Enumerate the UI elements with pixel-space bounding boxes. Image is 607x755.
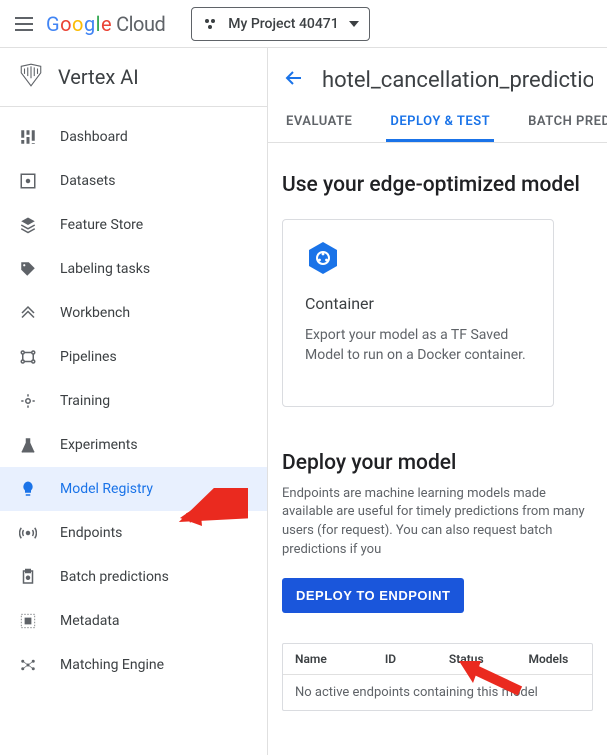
main-panel: hotel_cancellation_prediction EVALUATE D… — [268, 48, 607, 755]
deploy-section-description: Endpoints are machine learning models ma… — [282, 485, 593, 560]
feature-store-icon — [18, 215, 38, 235]
tab-deploy-test[interactable]: DEPLOY & TEST — [386, 104, 494, 142]
project-picker[interactable]: My Project 40471 — [191, 7, 369, 41]
container-export-card[interactable]: Container Export your model as a TF Save… — [282, 219, 554, 407]
nav: Dashboard Datasets Feature Store Labelin… — [0, 107, 267, 695]
lightbulb-icon — [18, 479, 38, 499]
deploy-to-endpoint-button[interactable]: DEPLOY TO ENDPOINT — [282, 578, 464, 613]
product-title: Vertex AI — [58, 65, 139, 89]
content: Use your edge-optimized model Container … — [268, 143, 607, 711]
top-header: Google Cloud My Project 40471 — [0, 0, 607, 48]
edge-section-title: Use your edge-optimized model — [282, 173, 593, 197]
flask-icon — [18, 435, 38, 455]
pipelines-icon — [18, 347, 38, 367]
sidebar-item-label: Labeling tasks — [60, 261, 150, 277]
sidebar-item-experiments[interactable]: Experiments — [0, 423, 267, 467]
project-icon — [202, 16, 218, 32]
column-header-models[interactable]: Models — [528, 652, 580, 666]
column-header-id[interactable]: ID — [385, 652, 421, 666]
product-header: Vertex AI — [0, 48, 267, 107]
sidebar-item-label: Pipelines — [60, 349, 117, 365]
vertex-ai-icon — [18, 62, 44, 92]
sidebar-item-labeling-tasks[interactable]: Labeling tasks — [0, 247, 267, 291]
dashboard-icon — [18, 127, 38, 147]
sidebar-item-workbench[interactable]: Workbench — [0, 291, 267, 335]
sidebar-item-label: Datasets — [60, 173, 115, 189]
project-name: My Project 40471 — [228, 16, 338, 32]
sidebar-item-label: Experiments — [60, 437, 138, 453]
sidebar-item-feature-store[interactable]: Feature Store — [0, 203, 267, 247]
sidebar-item-endpoints[interactable]: Endpoints — [0, 511, 267, 555]
page-header: hotel_cancellation_prediction — [268, 48, 607, 104]
matching-icon — [18, 655, 38, 675]
page-title: hotel_cancellation_prediction — [322, 68, 593, 93]
sidebar-item-label: Metadata — [60, 613, 120, 629]
sidebar-item-label: Model Registry — [60, 481, 153, 497]
sidebar-item-pipelines[interactable]: Pipelines — [0, 335, 267, 379]
sidebar-item-label: Batch predictions — [60, 569, 169, 585]
card-description: Export your model as a TF Saved Model to… — [305, 325, 531, 366]
sidebar-item-label: Training — [60, 393, 110, 409]
chevron-down-icon — [349, 21, 359, 27]
metadata-icon — [18, 611, 38, 631]
sidebar-item-label: Matching Engine — [60, 657, 164, 673]
container-icon — [305, 240, 341, 276]
sidebar-item-batch-predictions[interactable]: Batch predictions — [0, 555, 267, 599]
endpoints-icon — [18, 523, 38, 543]
sidebar-item-model-registry[interactable]: Model Registry — [0, 467, 267, 511]
tab-batch-predict[interactable]: BATCH PREDICT — [524, 104, 607, 142]
sidebar-item-label: Workbench — [60, 305, 130, 321]
datasets-icon — [18, 171, 38, 191]
batch-icon — [18, 567, 38, 587]
sidebar-item-label: Dashboard — [60, 129, 128, 145]
sidebar-item-matching-engine[interactable]: Matching Engine — [0, 643, 267, 687]
deploy-section-title: Deploy your model — [282, 451, 593, 475]
google-cloud-logo[interactable]: Google Cloud — [46, 12, 165, 36]
sidebar: Vertex AI Dashboard Datasets Feature Sto… — [0, 48, 268, 755]
tab-evaluate[interactable]: EVALUATE — [282, 104, 356, 142]
table-header-row: Name ID Status Models — [283, 644, 592, 675]
sidebar-item-label: Endpoints — [60, 525, 122, 541]
table-empty-message: No active endpoints containing this mode… — [283, 675, 592, 710]
workbench-icon — [18, 303, 38, 323]
column-header-name[interactable]: Name — [295, 652, 357, 666]
training-icon — [18, 391, 38, 411]
back-arrow-icon[interactable] — [282, 66, 306, 94]
column-header-status[interactable]: Status — [449, 652, 501, 666]
sidebar-item-datasets[interactable]: Datasets — [0, 159, 267, 203]
tag-icon — [18, 259, 38, 279]
logo-suffix: Cloud — [116, 12, 165, 36]
tabs: EVALUATE DEPLOY & TEST BATCH PREDICT — [268, 104, 607, 143]
menu-icon[interactable] — [12, 12, 36, 36]
sidebar-item-dashboard[interactable]: Dashboard — [0, 115, 267, 159]
endpoints-table: Name ID Status Models No active endpoint… — [282, 643, 593, 711]
card-title: Container — [305, 294, 531, 313]
sidebar-item-training[interactable]: Training — [0, 379, 267, 423]
sidebar-item-metadata[interactable]: Metadata — [0, 599, 267, 643]
sidebar-item-label: Feature Store — [60, 217, 143, 233]
